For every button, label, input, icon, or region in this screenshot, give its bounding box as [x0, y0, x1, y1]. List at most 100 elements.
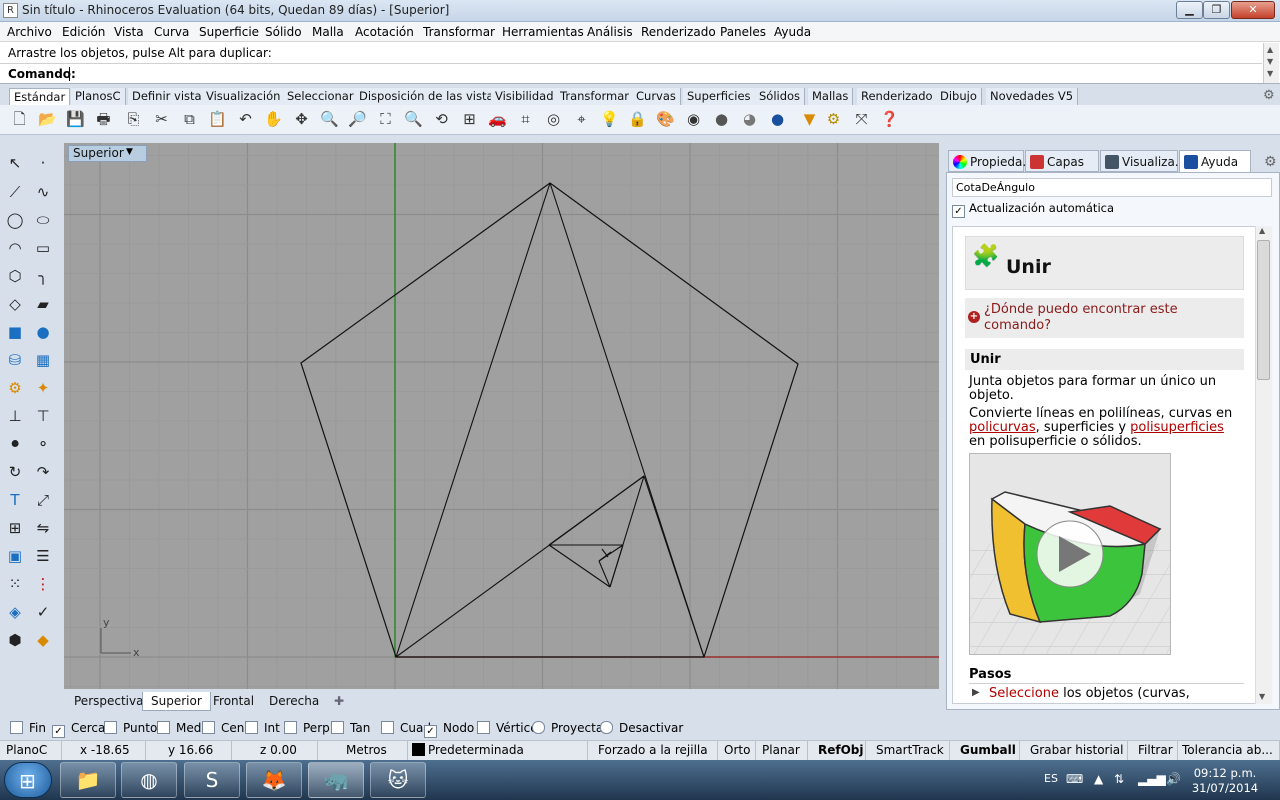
status-filter[interactable]: Filtrar — [1128, 741, 1178, 761]
osnap-perp[interactable]: Perp — [284, 721, 330, 735]
scroll-up-icon[interactable]: ▲ — [1259, 226, 1265, 235]
copy-icon[interactable]: ⧉ — [178, 108, 201, 131]
panel-tab-visualizacion[interactable]: Visualiza... — [1100, 150, 1186, 172]
tab-novedades[interactable]: Novedades V5 — [986, 88, 1079, 105]
tab-mallas[interactable]: Mallas — [808, 88, 854, 105]
scroll-down-icon[interactable]: ▼ — [1267, 57, 1273, 66]
snap-icon[interactable]: ⌖ — [570, 108, 593, 131]
status-gumball[interactable]: Gumball — [950, 741, 1020, 761]
menu-paneles[interactable]: Paneles — [720, 25, 766, 39]
surface-corner-icon[interactable]: ◇ — [3, 292, 27, 316]
fillet-curve-icon[interactable]: ╮ — [31, 264, 55, 288]
osnap-checkbox[interactable] — [477, 721, 490, 734]
tab-superficies[interactable]: Superficies — [683, 88, 756, 105]
status-smarttrack[interactable]: SmartTrack — [866, 741, 950, 761]
menu-archivo[interactable]: Archivo — [7, 25, 52, 39]
print-icon[interactable]: 🖶 — [92, 108, 115, 131]
where-command-text[interactable]: ¿Dónde puedo encontrar este comando? — [984, 302, 1214, 334]
viewport-dropdown-icon[interactable]: ▼ — [126, 147, 133, 157]
grid-options-icon[interactable]: ⌗ — [514, 108, 537, 131]
tab-dibujo[interactable]: Dibujo — [936, 88, 982, 105]
contour-icon[interactable]: ☰ — [31, 544, 55, 568]
osnap-int[interactable]: Int — [245, 721, 280, 735]
osnap-checkbox[interactable] — [532, 721, 545, 734]
osnap-checkbox[interactable] — [600, 721, 613, 734]
link-policurvas[interactable]: policurvas — [969, 420, 1036, 435]
menu-malla[interactable]: Malla — [312, 25, 344, 39]
osnap-proyectar[interactable]: Proyectar — [532, 721, 608, 735]
tab-derecha[interactable]: Derecha — [261, 692, 327, 711]
new-file-icon[interactable]: 🗋 — [8, 108, 31, 131]
tab-disposicion[interactable]: Disposición de las vistas — [355, 88, 505, 105]
box-icon[interactable]: ■ — [3, 320, 27, 344]
polyline-icon[interactable]: ⟋ — [3, 180, 27, 204]
rhino-app-icon[interactable]: R — [3, 3, 18, 18]
paint-icon[interactable]: 🎨 — [654, 108, 677, 131]
cat-app-icon[interactable]: 🐱 — [370, 762, 426, 798]
tab-solidos[interactable]: Sólidos — [755, 88, 806, 105]
curve-icon[interactable]: ∿ — [31, 180, 55, 204]
blue-sphere-icon[interactable]: ● — [766, 108, 789, 131]
light-icon[interactable]: ▼ — [798, 108, 821, 131]
arc-icon[interactable]: ◠ — [3, 236, 27, 260]
rhino-icon[interactable]: 🦏 — [308, 762, 364, 798]
options-gear-icon[interactable]: ⚙ — [822, 108, 845, 131]
osnap-cen[interactable]: Cen — [202, 721, 244, 735]
select-arrow-icon[interactable]: ↖ — [3, 151, 27, 175]
tab-curvas[interactable]: Curvas — [632, 88, 681, 105]
osnap-checkbox[interactable] — [104, 721, 117, 734]
link-polisuperficies[interactable]: polisuperficies — [1130, 420, 1224, 435]
surface-extrude-icon[interactable]: ▰ — [31, 292, 55, 316]
join-icon[interactable]: ⤧ — [850, 108, 873, 131]
tab-planosc[interactable]: PlanosC — [71, 88, 126, 105]
status-layer[interactable]: Predeterminada — [408, 741, 588, 761]
signal-icon[interactable]: ▂▄▆ — [1138, 772, 1166, 786]
panel-tab-ayuda[interactable]: Ayuda — [1179, 150, 1251, 172]
cplane-icon[interactable]: ◎ — [542, 108, 565, 131]
mesh-icon[interactable]: ▦ — [31, 348, 55, 372]
viewport-top[interactable]: yx Superior ▼ — [64, 143, 939, 689]
menu-edicion[interactable]: Edición — [62, 25, 105, 39]
osnap-tan[interactable]: Tan — [331, 721, 370, 735]
ungroup-icon[interactable]: ⚬ — [31, 432, 55, 456]
render-sphere-icon[interactable]: ◕ — [738, 108, 761, 131]
import-icon[interactable]: ⎘ — [122, 108, 145, 131]
status-ortho[interactable]: Orto — [718, 741, 756, 761]
where-command-link[interactable]: + ¿Dónde puedo encontrar este comando? — [965, 298, 1244, 338]
menu-transformar[interactable]: Transformar — [423, 25, 495, 39]
open-folder-icon[interactable]: 📂 — [36, 108, 59, 131]
zoom-window-icon[interactable]: 🔎 — [346, 108, 369, 131]
group-icon[interactable]: ⚫ — [3, 432, 27, 456]
maximize-button[interactable]: ❐ — [1203, 1, 1230, 19]
tab-definir-vista[interactable]: Definir vista — [128, 88, 207, 105]
rotate-view-icon[interactable]: ⟲ — [430, 108, 453, 131]
osnap-checkbox[interactable] — [381, 721, 394, 734]
color-wheel-icon[interactable]: ◉ — [682, 108, 705, 131]
solid-box-icon[interactable]: ▣ — [3, 544, 27, 568]
toolbar-settings-gear-icon[interactable]: ⚙ — [1263, 88, 1275, 103]
firefox-icon[interactable]: 🦊 — [246, 762, 302, 798]
osnap-fin[interactable]: Fin — [10, 721, 46, 735]
status-cplane[interactable]: PlanoC — [0, 741, 62, 761]
tab-transformar[interactable]: Transformar — [556, 88, 634, 105]
status-grid-snap[interactable]: Forzado a la rejilla — [588, 741, 718, 761]
circle-icon[interactable]: ◯ — [3, 208, 27, 232]
link-seleccione[interactable]: Seleccione — [989, 686, 1059, 701]
network-icon[interactable]: ⇅ — [1114, 772, 1124, 786]
menu-vista[interactable]: Vista — [114, 25, 144, 39]
trim-icon[interactable]: ⊥ — [3, 404, 27, 428]
analyze-icon[interactable]: ⋮ — [31, 572, 55, 596]
start-button[interactable]: ⊞ — [4, 762, 52, 798]
rectangle-icon[interactable]: ▭ — [31, 236, 55, 260]
explode-icon[interactable]: ✦ — [31, 376, 55, 400]
save-icon[interactable]: 💾 — [64, 108, 87, 131]
sublime-icon[interactable]: S — [184, 762, 240, 798]
mirror-icon[interactable]: ⇋ — [31, 516, 55, 540]
scroll-up-icon[interactable]: ▲ — [1267, 45, 1273, 54]
osnap-checkbox[interactable]: ✓ — [424, 725, 437, 738]
menu-renderizado[interactable]: Renderizado — [641, 25, 716, 39]
array-icon[interactable]: ⊞ — [3, 516, 27, 540]
osnap-checkbox[interactable] — [284, 721, 297, 734]
shaded-sphere-icon[interactable]: ● — [710, 108, 733, 131]
pan-hand-icon[interactable]: ✋ — [262, 108, 285, 131]
